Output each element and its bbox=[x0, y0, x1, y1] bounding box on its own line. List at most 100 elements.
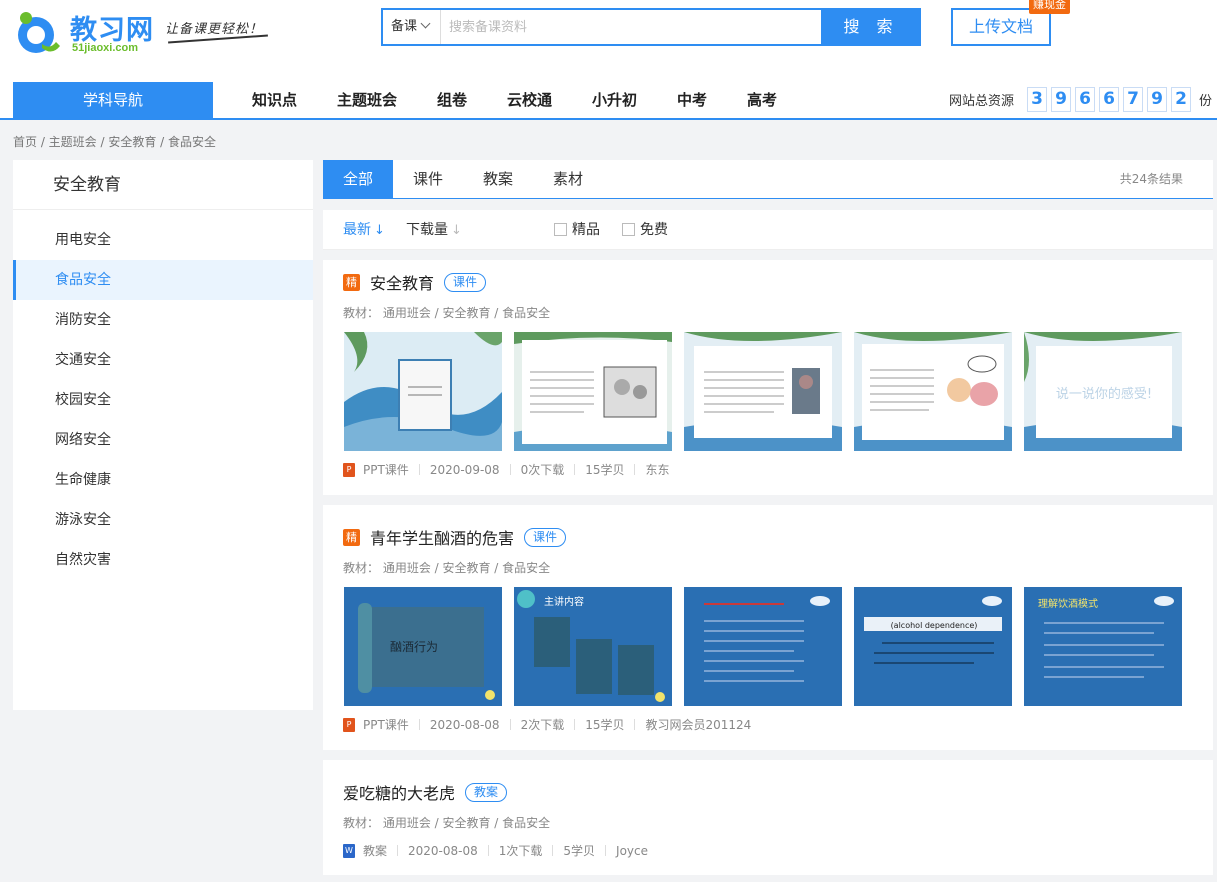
upload-date: 2020-08-08 bbox=[429, 717, 500, 732]
free-checkbox-label[interactable]: 免费 bbox=[640, 210, 668, 250]
counter-digit: 6 bbox=[1075, 87, 1095, 112]
download-count: 2次下载 bbox=[520, 718, 565, 732]
preview-thumbnail[interactable]: 说一说你的感受! bbox=[1024, 332, 1182, 451]
search-button[interactable]: 搜 索 bbox=[821, 8, 921, 46]
preview-thumbnail[interactable]: 理解饮酒模式 bbox=[1024, 587, 1182, 706]
result-meta: 教材： 通用班会 / 安全教育 / 食品安全 bbox=[343, 306, 551, 320]
nav-item-cloud-school[interactable]: 云校通 bbox=[507, 82, 552, 118]
sidebar-item-food-safety[interactable]: 食品安全 bbox=[13, 260, 313, 300]
result-meta: 教材： 通用班会 / 安全教育 / 食品安全 bbox=[343, 561, 551, 575]
counter-digit: 6 bbox=[1099, 87, 1119, 112]
total-resources-unit: 份 bbox=[1199, 94, 1213, 109]
divider bbox=[487, 845, 489, 856]
tab-materials[interactable]: 素材 bbox=[533, 160, 603, 199]
earn-cash-badge: 赚现金 bbox=[1029, 0, 1070, 14]
preview-thumbnail[interactable] bbox=[854, 332, 1012, 451]
sidebar-item-network-safety[interactable]: 网络安全 bbox=[13, 420, 313, 460]
type-tag: 课件 bbox=[524, 527, 567, 547]
sidebar-item-fire-safety[interactable]: 消防安全 bbox=[13, 300, 313, 340]
result-title[interactable]: 安全教育 bbox=[370, 270, 434, 294]
divider bbox=[574, 719, 576, 730]
nav-item-paper[interactable]: 组卷 bbox=[437, 82, 467, 118]
word-file-icon: W bbox=[343, 843, 355, 858]
counter-digit: 2 bbox=[1171, 87, 1191, 112]
slide-preview-icon: 理解饮酒模式 bbox=[1024, 587, 1182, 706]
total-resources-counter: 3 9 6 6 7 9 2 bbox=[1027, 87, 1191, 112]
ppt-file-icon: P bbox=[343, 717, 355, 732]
price: 15学贝 bbox=[585, 463, 625, 477]
type-tag: 课件 bbox=[444, 272, 487, 292]
file-type: 教案 bbox=[363, 844, 388, 858]
preview-thumbnail[interactable]: 酗酒行为 bbox=[344, 587, 502, 706]
price: 15学贝 bbox=[585, 718, 625, 732]
divider bbox=[509, 719, 511, 730]
nav-item-zhongkao[interactable]: 中考 bbox=[677, 82, 707, 118]
preview-thumbnail[interactable] bbox=[684, 332, 842, 451]
preview-thumbnail[interactable] bbox=[684, 587, 842, 706]
preview-thumbnails: 说一说你的感受! bbox=[344, 332, 1182, 451]
slide-caption: (alcohol dependence) bbox=[891, 621, 978, 630]
result-title[interactable]: 青年学生酗酒的危害 bbox=[370, 525, 514, 549]
price: 5学贝 bbox=[563, 844, 596, 858]
tab-courseware[interactable]: 课件 bbox=[393, 160, 463, 199]
logo-mark-icon bbox=[18, 12, 60, 53]
nav-item-primary-to-middle[interactable]: 小升初 bbox=[592, 82, 637, 118]
sort-downloads[interactable]: 下载量 ↓ bbox=[406, 210, 462, 251]
sort-latest[interactable]: 最新 ↓ bbox=[343, 210, 385, 251]
sidebar-title: 安全教育 bbox=[13, 160, 313, 210]
resource-type-tabs: 全部 课件 教案 素材 共24条结果 bbox=[323, 160, 1213, 199]
counter-digit: 9 bbox=[1051, 87, 1071, 112]
site-logo[interactable]: 教习网 51jiaoxi.com bbox=[12, 6, 162, 56]
result-title[interactable]: 爱吃糖的大老虎 bbox=[343, 780, 455, 804]
preview-thumbnail[interactable]: (alcohol dependence) bbox=[854, 587, 1012, 706]
divider bbox=[605, 845, 607, 856]
slide-preview-icon: 说一说你的感受! bbox=[1024, 332, 1182, 451]
sidebar-item-campus-safety[interactable]: 校园安全 bbox=[13, 380, 313, 420]
author[interactable]: 教习网会员201124 bbox=[645, 716, 751, 733]
search-input[interactable] bbox=[449, 16, 809, 38]
premium-checkbox[interactable] bbox=[554, 223, 567, 236]
preview-thumbnail[interactable] bbox=[344, 332, 502, 451]
breadcrumb[interactable]: 首页 / 主题班会 / 安全教育 / 食品安全 bbox=[13, 133, 216, 150]
sidebar-item-life-health[interactable]: 生命健康 bbox=[13, 460, 313, 500]
slide-preview-icon: (alcohol dependence) bbox=[854, 587, 1012, 706]
nav-item-class-meeting[interactable]: 主题班会 bbox=[337, 82, 397, 118]
sidebar-item-natural-disaster[interactable]: 自然灾害 bbox=[13, 540, 313, 580]
site-header: 教习网 51jiaoxi.com 让备课更轻松！ 备课 搜 索 上传文档 赚现金… bbox=[0, 0, 1217, 120]
nav-item-knowledge[interactable]: 知识点 bbox=[252, 82, 297, 118]
file-type: PPT课件 bbox=[363, 718, 409, 732]
file-type: PPT课件 bbox=[363, 463, 409, 477]
slide-preview-icon: 主讲内容 bbox=[514, 587, 672, 706]
divider bbox=[574, 464, 576, 475]
slide-preview-icon: 酗酒行为 bbox=[344, 587, 502, 706]
sidebar-item-electric-safety[interactable]: 用电安全 bbox=[13, 220, 313, 260]
search-category-select[interactable]: 备课 bbox=[383, 10, 441, 44]
divider bbox=[552, 845, 554, 856]
nav-item-gaokao[interactable]: 高考 bbox=[747, 82, 777, 118]
preview-thumbnail[interactable] bbox=[514, 332, 672, 451]
premium-badge: 精 bbox=[343, 273, 360, 291]
result-card: 精 青年学生酗酒的危害 课件 教材： 通用班会 / 安全教育 / 食品安全 酗酒… bbox=[323, 505, 1213, 750]
result-title-row: 精 青年学生酗酒的危害 课件 bbox=[343, 525, 567, 549]
chevron-down-icon bbox=[420, 18, 431, 29]
sort-downloads-label: 下载量 bbox=[406, 222, 448, 238]
download-count: 1次下载 bbox=[498, 844, 543, 858]
result-title-row: 精 安全教育 课件 bbox=[343, 270, 487, 294]
premium-checkbox-label[interactable]: 精品 bbox=[572, 210, 600, 250]
divider bbox=[418, 464, 420, 475]
slogan: 让备课更轻松！ bbox=[165, 22, 264, 37]
divider bbox=[634, 464, 636, 475]
result-title-row: 爱吃糖的大老虎 教案 bbox=[343, 780, 508, 804]
sidebar-item-swimming-safety[interactable]: 游泳安全 bbox=[13, 500, 313, 540]
author[interactable]: Joyce bbox=[616, 844, 648, 858]
subject-nav-button[interactable]: 学科导航 bbox=[13, 82, 213, 118]
tab-all[interactable]: 全部 bbox=[323, 160, 393, 199]
author[interactable]: 东东 bbox=[645, 461, 669, 478]
tab-lesson-plan[interactable]: 教案 bbox=[463, 160, 533, 199]
free-checkbox[interactable] bbox=[622, 223, 635, 236]
slide-caption: 说一说你的感受! bbox=[1056, 386, 1152, 402]
counter-digit: 9 bbox=[1147, 87, 1167, 112]
search-category-label: 备课 bbox=[391, 19, 418, 34]
preview-thumbnail[interactable]: 主讲内容 bbox=[514, 587, 672, 706]
sidebar-item-traffic-safety[interactable]: 交通安全 bbox=[13, 340, 313, 380]
